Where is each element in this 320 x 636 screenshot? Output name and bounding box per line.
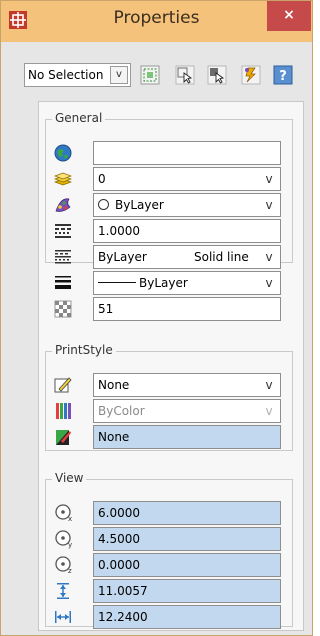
center-x-value: 6.0000 [98,506,140,520]
center-x-icon: x [55,504,72,523]
linetype-value: ByLayer [98,250,147,264]
plot-color-value: ByColor [98,404,145,418]
linetype-scale-value: 1.0000 [98,224,140,238]
linetype-scale-field[interactable]: 1.0000 [93,219,281,243]
center-x-field[interactable]: 6.0000 [93,501,281,525]
view-row-5: 12.2400 [49,605,281,629]
svg-text:y: y [68,541,72,549]
help-icon[interactable]: ? [273,65,293,85]
center-y-field[interactable]: 4.5000 [93,527,281,551]
color-text: ByLayer [115,198,164,212]
chevron-down-icon[interactable]: v [259,247,279,267]
view-row-3: z 0.0000 [49,553,281,577]
hyperlink-field[interactable] [93,141,281,165]
layer-value: 0 [98,172,106,186]
general-row-2: 0 v [49,167,281,191]
general-row-7: 51 [49,297,281,321]
general-row-6: ByLayer v [49,271,281,295]
center-z-field[interactable]: 0.0000 [93,553,281,577]
width-field[interactable]: 12.2400 [93,605,281,629]
lineweight-icon [55,276,71,289]
transparency-icon [54,300,72,318]
printstyle-row-3: None [49,425,281,449]
linetype-scale-icon [55,224,71,238]
plot-table-field[interactable]: None [93,425,281,449]
center-y-value: 4.5000 [98,532,140,546]
height-field[interactable]: 11.0057 [93,579,281,603]
close-button[interactable]: × [267,1,311,31]
plot-color-icon [56,403,71,419]
quick-properties-icon[interactable] [241,65,261,85]
svg-text:?: ? [279,69,287,84]
selection-value: No Selection [28,68,104,82]
general-row-4: 1.0000 [49,219,281,243]
view-row-4: 11.0057 [49,579,281,603]
properties-window: Properties × No Selection v ? General 0 … [0,0,313,636]
linetype-dropdown[interactable]: ByLayer Solid line v [93,245,281,269]
svg-text:z: z [68,567,72,575]
general-row-1 [49,141,281,165]
width-icon [55,611,71,623]
linetype-icon [55,250,71,264]
globe-icon [54,144,72,162]
window-title: Properties [113,8,200,28]
radio-circle-icon [98,199,109,210]
height-value: 11.0057 [98,584,148,598]
lineweight-dropdown[interactable]: ByLayer v [93,271,281,295]
color-icon [55,198,71,212]
chevron-down-icon[interactable]: v [110,66,128,84]
select-objects-icon[interactable] [175,65,195,85]
center-z-value: 0.0000 [98,558,140,572]
chevron-down-icon[interactable]: v [259,273,279,293]
center-y-icon: y [55,530,72,549]
chevron-down-icon[interactable]: v [259,195,279,215]
view-row-1: x 6.0000 [49,501,281,525]
center-z-icon: z [55,556,72,575]
chevron-down-icon[interactable]: v [259,375,279,395]
color-dropdown[interactable]: ByLayer v [93,193,281,217]
plot-style-dropdown[interactable]: None v [93,373,281,397]
transparency-field[interactable]: 51 [93,297,281,321]
printstyle-row-2: ByColor v [49,399,281,423]
printstyle-row-1: None v [49,373,281,397]
quick-select-icon[interactable] [140,65,160,85]
toggle-pickadd-icon[interactable] [207,65,227,85]
plot-color-dropdown[interactable]: ByColor v [93,399,281,423]
view-group-label: View [52,471,87,485]
linetype-description: Solid line [194,250,249,264]
plot-style-value: None [98,378,130,392]
printstyle-group-label: PrintStyle [52,343,116,357]
selection-dropdown[interactable]: No Selection v [24,63,131,87]
layer-dropdown[interactable]: 0 v [93,167,281,191]
plot-table-icon [56,430,71,445]
height-icon [57,583,69,599]
general-row-3: ByLayer v [49,193,281,217]
lineweight-text: ByLayer [139,276,188,290]
transparency-value: 51 [98,302,114,316]
lineweight-value: ByLayer [98,276,188,290]
general-row-5: ByLayer Solid line v [49,245,281,269]
toolbar: No Selection v ? [24,63,304,89]
title-bar[interactable]: Properties × [1,1,312,42]
line-sample-icon [98,282,136,283]
app-icon [9,11,27,29]
general-group-label: General [52,111,106,125]
plot-style-icon [54,377,72,393]
color-value: ByLayer [98,198,164,212]
layer-icon [54,172,72,186]
chevron-down-icon[interactable]: v [259,401,279,421]
view-row-2: y 4.5000 [49,527,281,551]
width-value: 12.2400 [98,610,148,624]
svg-text:x: x [68,515,72,523]
plot-table-value: None [98,430,130,444]
chevron-down-icon[interactable]: v [259,169,279,189]
